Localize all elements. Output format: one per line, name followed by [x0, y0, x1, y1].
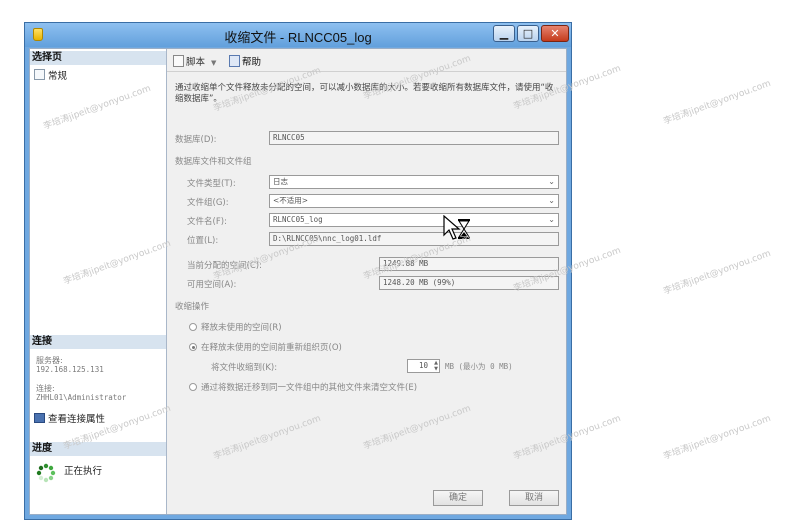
properties-icon [34, 413, 45, 423]
toolbar: 脚本 ▼ 帮助 [167, 49, 566, 72]
chevron-down-icon: ⌄ [548, 215, 555, 224]
maximize-button[interactable]: □ [517, 25, 539, 42]
watermark: 李培涛jipeit@yonyou.com [662, 413, 773, 463]
reorganize-label: 在释放未使用的空间前重新组织页(O) [201, 343, 342, 353]
shrink-to-hint: MB (最小为 0 MB) [445, 362, 513, 371]
filegroup-value: <不适用> [273, 196, 309, 205]
minimize-button[interactable]: ▁ [493, 25, 515, 42]
filegroup-select[interactable]: <不适用> ⌄ [269, 194, 559, 208]
release-unused-radio[interactable] [189, 323, 197, 331]
page-icon [34, 69, 45, 80]
title-bar[interactable]: 收缩文件 - RLNCC05_log ▁ □ ✕ [25, 23, 571, 47]
progress-header: 进度 [30, 442, 166, 456]
server-value: 192.168.125.131 [36, 365, 104, 374]
help-icon [229, 55, 240, 67]
progress-status: 正在执行 [64, 466, 103, 477]
database-field: RLNCC05 [269, 131, 559, 145]
empty-file-radio[interactable] [189, 383, 197, 391]
help-label: 帮助 [242, 57, 262, 68]
watermark: 李培涛jipeit@yonyou.com [662, 78, 773, 128]
file-type-select[interactable]: 日志 ⌄ [269, 175, 559, 189]
select-page-header: 选择页 [30, 51, 166, 65]
location-label: 位置(L): [187, 236, 219, 246]
help-button[interactable]: 帮助 [229, 54, 261, 68]
shrink-action-label: 收缩操作 [175, 302, 210, 312]
files-group-label: 数据库文件和文件组 [175, 157, 252, 167]
file-type-value: 日志 [273, 177, 288, 186]
file-type-label: 文件类型(T): [187, 179, 236, 189]
dialog-client: 选择页 常规 连接 服务器: 192.168.125.131 连接: ZHHL0… [29, 48, 567, 515]
shrink-to-value: 10 [418, 361, 428, 370]
chevron-down-icon: ▼ [211, 59, 217, 67]
reorganize-radio[interactable] [189, 343, 197, 351]
view-connection-properties-label: 查看连接属性 [48, 414, 106, 425]
filename-select[interactable]: RLNCC05_log ⌄ [269, 213, 559, 227]
script-label: 脚本 [186, 57, 206, 68]
watermark: 李培涛jipeit@yonyou.com [662, 248, 773, 298]
filename-value: RLNCC05_log [273, 215, 323, 224]
progress-spinner-icon [36, 463, 56, 483]
page-general-label: 常规 [48, 71, 68, 82]
window-title: 收缩文件 - RLNCC05_log [224, 30, 372, 45]
filegroup-label: 文件组(G): [187, 198, 229, 208]
chevron-down-icon: ⌄ [548, 196, 555, 205]
page-general[interactable]: 常规 [34, 68, 67, 82]
view-connection-properties-link[interactable]: 查看连接属性 [34, 411, 105, 425]
connection-value: ZHHL01\Administrator [36, 393, 127, 402]
empty-file-label: 通过将数据迁移到同一文件组中的其他文件来清空文件(E) [201, 383, 418, 393]
script-button[interactable]: 脚本 ▼ [173, 54, 216, 68]
cancel-button[interactable]: 取消 [509, 490, 559, 506]
script-icon [173, 55, 184, 67]
connection-header: 连接 [30, 335, 166, 349]
spin-arrows-icon[interactable]: ▲ ▼ [434, 360, 438, 372]
ok-button[interactable]: 确定 [433, 490, 483, 506]
available-space-label: 可用空间(A): [187, 280, 237, 290]
shrink-to-label: 将文件收缩到(K): [211, 363, 278, 373]
filename-label: 文件名(F): [187, 217, 227, 227]
close-button[interactable]: ✕ [541, 25, 569, 42]
release-unused-label: 释放未使用的空间(R) [201, 323, 282, 333]
chevron-down-icon: ⌄ [548, 177, 555, 186]
shrink-to-spinbox[interactable]: 10 ▲ ▼ [407, 359, 440, 373]
database-label: 数据库(D): [175, 135, 217, 145]
